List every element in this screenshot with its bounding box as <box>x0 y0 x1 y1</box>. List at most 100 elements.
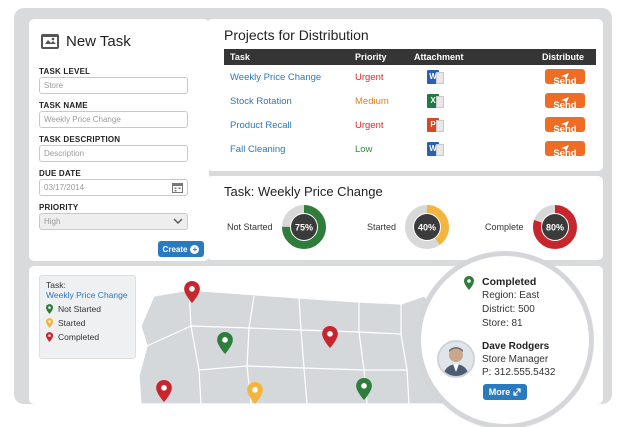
map-pin-icon <box>464 276 474 290</box>
map-legend: Task: Weekly Price Change Not Started Sta… <box>39 275 136 359</box>
excel-icon[interactable]: X <box>427 94 444 108</box>
priority-select[interactable]: High <box>39 213 188 230</box>
projects-panel: Projects for Distribution Task Priority … <box>207 19 603 171</box>
callout-store: Store: 81 <box>482 318 523 329</box>
map-pin-icon <box>184 281 200 303</box>
status-item: Started 40% <box>367 203 451 251</box>
map-pin[interactable] <box>156 380 172 402</box>
priority-value: Urgent <box>355 120 384 131</box>
send-button[interactable]: Send <box>545 93 585 111</box>
callout-district: District: 500 <box>482 304 535 315</box>
word-icon[interactable]: W <box>427 70 444 84</box>
projects-title: Projects for Distribution <box>224 27 369 43</box>
map-pin-icon <box>156 380 172 402</box>
map-pin-icon <box>322 326 338 348</box>
map-pin-icon <box>247 382 263 404</box>
plus-icon: + <box>190 244 200 254</box>
col-priority: Priority <box>355 52 387 62</box>
status-title: Task: Weekly Price Change <box>224 184 383 199</box>
new-task-header: New Task <box>40 32 131 50</box>
task-name-field[interactable]: Weekly Price Change <box>39 111 188 128</box>
powerpoint-icon[interactable]: P <box>427 118 444 132</box>
donut-percent: 75% <box>295 223 313 233</box>
store-callout: Completed Region: East District: 500 Sto… <box>421 256 589 424</box>
table-row: Weekly Price Change Urgent W Send <box>224 65 596 89</box>
due-date-value: 03/17/2014 <box>44 183 85 192</box>
legend-items: Not Started Started Completed <box>46 304 129 342</box>
donut-percent: 40% <box>418 223 436 233</box>
table-row: Product Recall Urgent P Send <box>224 113 596 137</box>
new-task-panel: New Task TASK LEVEL Store TASK NAME Week… <box>29 19 209 261</box>
task-name-label: TASK NAME <box>39 101 88 110</box>
col-distribute: Distribute <box>542 52 585 62</box>
priority-value: Medium <box>355 96 389 107</box>
legend-item: Started <box>46 318 129 328</box>
table-body: Weekly Price Change Urgent W Send Stock Rota… <box>224 65 596 161</box>
task-name-link[interactable]: Fall Cleaning <box>230 144 285 155</box>
legend-label: Not Started <box>58 304 101 314</box>
create-button-label: Create <box>162 244 188 254</box>
status-label: Complete <box>485 222 524 232</box>
status-item: Not Started 75% <box>227 203 328 251</box>
legend-task-link[interactable]: Weekly Price Change <box>46 290 129 300</box>
donut-chart: 40% <box>405 205 450 249</box>
callout-status: Completed <box>482 276 537 288</box>
task-name-link[interactable]: Weekly Price Change <box>230 72 321 83</box>
col-attachment: Attachment <box>414 52 464 62</box>
legend-title: Task: <box>46 280 66 290</box>
avatar <box>437 340 475 378</box>
callout-role: Store Manager <box>482 354 549 365</box>
map-pin-icon <box>46 318 53 328</box>
more-button-label: More <box>488 387 511 397</box>
map-pin-icon <box>46 332 53 342</box>
due-date-label: DUE DATE <box>39 169 81 178</box>
callout-phone: P: 312.555.5432 <box>482 367 556 378</box>
task-name-link[interactable]: Stock Rotation <box>230 96 292 107</box>
legend-label: Started <box>58 318 86 328</box>
calendar-icon[interactable] <box>172 182 183 193</box>
legend-label: Completed <box>58 332 100 342</box>
priority-value: Urgent <box>355 72 384 83</box>
donut-chart: 80% <box>532 205 577 249</box>
create-button[interactable]: Create + <box>158 241 204 257</box>
task-status-panel: Task: Weekly Price Change Not Started 75%… <box>207 176 603 260</box>
status-item: Complete 80% <box>485 203 579 251</box>
task-name-link[interactable]: Product Recall <box>230 120 292 131</box>
word-icon[interactable]: W <box>427 142 444 156</box>
chevron-down-icon <box>173 218 183 224</box>
task-description-label: TASK DESCRIPTION <box>39 135 121 144</box>
task-level-field[interactable]: Store <box>39 77 188 94</box>
table-row: Stock Rotation Medium X Send <box>224 89 596 113</box>
map-pin[interactable] <box>217 332 233 354</box>
map-pin-icon <box>46 304 53 314</box>
map-pin[interactable] <box>322 326 338 348</box>
more-button[interactable]: More <box>483 384 527 400</box>
projects-table: Task Priority Attachment Distribute Week… <box>224 49 596 161</box>
send-button-label: Send <box>553 148 577 159</box>
map-pin-icon <box>217 332 233 354</box>
status-label: Started <box>367 222 397 232</box>
send-button[interactable]: Send <box>545 141 585 159</box>
donut-percent: 80% <box>546 223 564 233</box>
new-task-title: New Task <box>66 32 131 50</box>
map-pin[interactable] <box>356 378 372 400</box>
send-button[interactable]: Send <box>545 69 585 87</box>
callout-region: Region: East <box>482 290 540 301</box>
send-button-label: Send <box>553 76 577 87</box>
person-photo-icon <box>439 342 473 376</box>
legend-item: Not Started <box>46 304 129 314</box>
donut-chart: 75% <box>281 205 326 249</box>
map-pin[interactable] <box>184 281 200 303</box>
send-button-label: Send <box>553 100 577 111</box>
task-description-field[interactable]: Description <box>39 145 188 162</box>
priority-value: High <box>44 217 61 226</box>
table-header: Task Priority Attachment Distribute <box>224 49 596 65</box>
due-date-field[interactable]: 03/17/2014 <box>39 179 188 196</box>
status-label: Not Started <box>227 222 273 232</box>
col-task: Task <box>230 52 250 62</box>
task-level-label: TASK LEVEL <box>39 67 91 76</box>
legend-item: Completed <box>46 332 129 342</box>
map-pin[interactable] <box>247 382 263 404</box>
priority-value: Low <box>355 144 373 155</box>
send-button[interactable]: Send <box>545 117 585 135</box>
